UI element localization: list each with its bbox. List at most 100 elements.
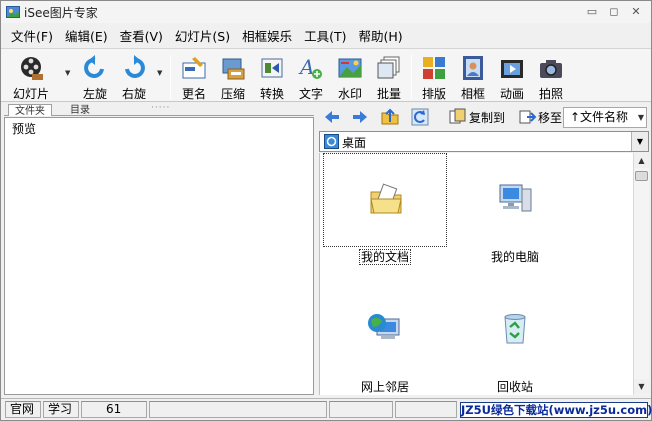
batch-icon xyxy=(377,56,400,79)
rotate-right-icon xyxy=(125,55,145,78)
menu-slideshow[interactable]: 幻灯片(S) xyxy=(169,26,236,45)
refresh-icon[interactable] xyxy=(411,108,429,126)
slideshow-label: 幻灯片 xyxy=(12,87,49,101)
file-item-recycle-bin[interactable]: 回收站 xyxy=(450,283,577,394)
text-label: 文字 xyxy=(298,87,323,101)
status-learn[interactable]: 学习 xyxy=(43,401,79,418)
compress-icon xyxy=(222,58,245,80)
back-arrow-icon[interactable] xyxy=(323,108,341,126)
layout-label: 排版 xyxy=(421,87,446,101)
rotate-right-button[interactable]: 右旋 xyxy=(114,53,154,101)
forward-arrow-icon[interactable] xyxy=(351,108,369,126)
preview-pane: 预览 xyxy=(4,117,314,395)
rotate-right-label: 右旋 xyxy=(121,87,146,101)
svg-text:A: A xyxy=(298,55,314,79)
convert-label: 转换 xyxy=(259,87,284,101)
slideshow-dropdown-icon[interactable]: ▼ xyxy=(65,69,73,77)
path-dropdown-icon[interactable]: ▼ xyxy=(631,132,648,151)
slideshow-button[interactable]: 幻灯片 xyxy=(11,53,51,101)
file-item-my-documents[interactable]: 我的文档 xyxy=(320,153,447,265)
file-grid: 我的文档 我的电脑 网上邻居 回收站 xyxy=(319,153,633,395)
frame-button[interactable]: 相框 xyxy=(453,53,493,101)
thumbnail-frame xyxy=(323,283,447,377)
thumbnail-frame xyxy=(453,153,577,247)
menu-frame-fun[interactable]: 相框娱乐 xyxy=(236,26,298,45)
thumbnail-frame xyxy=(323,153,447,247)
watermark-icon xyxy=(338,58,362,78)
sort-value: ↑文件名称 xyxy=(570,110,629,124)
convert-button[interactable]: 转换 xyxy=(252,53,292,101)
compress-button[interactable]: 压缩 xyxy=(213,53,253,101)
path-combobox[interactable]: 桌面 ▼ xyxy=(319,131,649,152)
text-button[interactable]: A 文字 xyxy=(291,53,331,101)
watermark-badge: JZ5U绿色下载站(www.jz5u.com) xyxy=(460,402,652,418)
my-documents-icon xyxy=(370,183,402,214)
close-button[interactable]: ✕ xyxy=(627,4,645,19)
rename-icon xyxy=(182,57,206,79)
network-places-icon xyxy=(368,314,400,339)
status-cell-empty xyxy=(329,401,393,418)
scroll-thumb[interactable] xyxy=(635,171,648,181)
watermark-label: 水印 xyxy=(337,87,362,101)
window-title: iSee图片专家 xyxy=(24,5,98,20)
move-to-label[interactable]: 移至 xyxy=(538,109,562,126)
status-cell-empty xyxy=(149,401,327,418)
rename-label: 更名 xyxy=(181,87,206,101)
menu-file[interactable]: 文件(F) xyxy=(5,26,59,45)
file-grid-scrollbar[interactable]: ▲ ▼ xyxy=(633,153,649,395)
compress-label: 压缩 xyxy=(220,87,245,101)
thumbnail-frame xyxy=(453,283,577,377)
tab-folders[interactable]: 文件夹 xyxy=(8,104,52,116)
status-bar: 官网 学习 61 JZ5U绿色下载站(www.jz5u.com) xyxy=(1,398,652,420)
convert-icon xyxy=(261,58,283,78)
scroll-down-icon[interactable]: ▼ xyxy=(634,379,649,394)
rename-button[interactable]: 更名 xyxy=(174,53,214,101)
menu-bar: 文件(F) 编辑(E) 查看(V) 幻灯片(S) 相框娱乐 工具(T) 帮助(H… xyxy=(1,24,651,46)
status-count: 61 xyxy=(81,401,147,418)
preview-label: 预览 xyxy=(12,122,37,136)
desktop-icon xyxy=(324,134,339,149)
current-path: 桌面 xyxy=(342,136,367,150)
file-label: 我的文档 xyxy=(358,249,411,265)
title-bar[interactable]: iSee图片专家 ▭ ◻ ✕ xyxy=(1,1,651,23)
animation-label: 动画 xyxy=(499,87,524,101)
menu-help[interactable]: 帮助(H) xyxy=(353,26,409,45)
recycle-bin-icon xyxy=(504,314,526,344)
film-reel-icon xyxy=(21,57,43,80)
scroll-up-icon[interactable]: ▲ xyxy=(634,153,649,168)
text-tool-icon: A xyxy=(298,55,322,79)
rotate-left-label: 左旋 xyxy=(82,87,107,101)
status-cell-empty xyxy=(395,401,457,418)
copy-to-icon[interactable] xyxy=(449,108,467,126)
frame-label: 相框 xyxy=(460,87,485,101)
app-window: iSee图片专家 ▭ ◻ ✕ 文件(F) 编辑(E) 查看(V) 幻灯片(S) … xyxy=(0,0,652,421)
capture-button[interactable]: 拍照 xyxy=(531,53,571,101)
my-computer-icon xyxy=(499,184,532,212)
sort-select[interactable]: ↑文件名称 ▼ xyxy=(563,107,647,128)
layout-button[interactable]: 排版 xyxy=(414,53,454,101)
file-label: 我的电脑 xyxy=(490,250,539,264)
splitter-grip-icon[interactable]: ····· xyxy=(151,103,170,113)
rotate-dropdown-icon[interactable]: ▼ xyxy=(157,69,165,77)
tab-catalog[interactable]: 目录 xyxy=(64,104,96,116)
rotate-left-button[interactable]: 左旋 xyxy=(75,53,115,101)
watermark-button[interactable]: 水印 xyxy=(330,53,370,101)
status-site[interactable]: 官网 xyxy=(5,401,41,418)
file-item-network-places[interactable]: 网上邻居 xyxy=(320,283,447,394)
sort-dropdown-icon[interactable]: ▼ xyxy=(638,108,644,127)
folder-up-icon[interactable] xyxy=(381,108,399,126)
maximize-button[interactable]: ◻ xyxy=(605,4,623,19)
rotate-left-icon xyxy=(84,55,104,78)
app-logo-icon xyxy=(6,6,20,18)
menu-edit[interactable]: 编辑(E) xyxy=(59,26,114,45)
move-to-icon[interactable] xyxy=(519,108,537,126)
copy-to-label[interactable]: 复制到 xyxy=(469,109,505,126)
batch-button[interactable]: 批量 xyxy=(369,53,409,101)
minimize-button[interactable]: ▭ xyxy=(583,4,601,19)
file-item-my-computer[interactable]: 我的电脑 xyxy=(450,153,577,264)
animation-button[interactable]: 动画 xyxy=(492,53,532,101)
menu-tools[interactable]: 工具(T) xyxy=(298,26,352,45)
capture-label: 拍照 xyxy=(538,87,563,101)
menu-view[interactable]: 查看(V) xyxy=(114,26,169,45)
animation-icon xyxy=(501,60,523,78)
